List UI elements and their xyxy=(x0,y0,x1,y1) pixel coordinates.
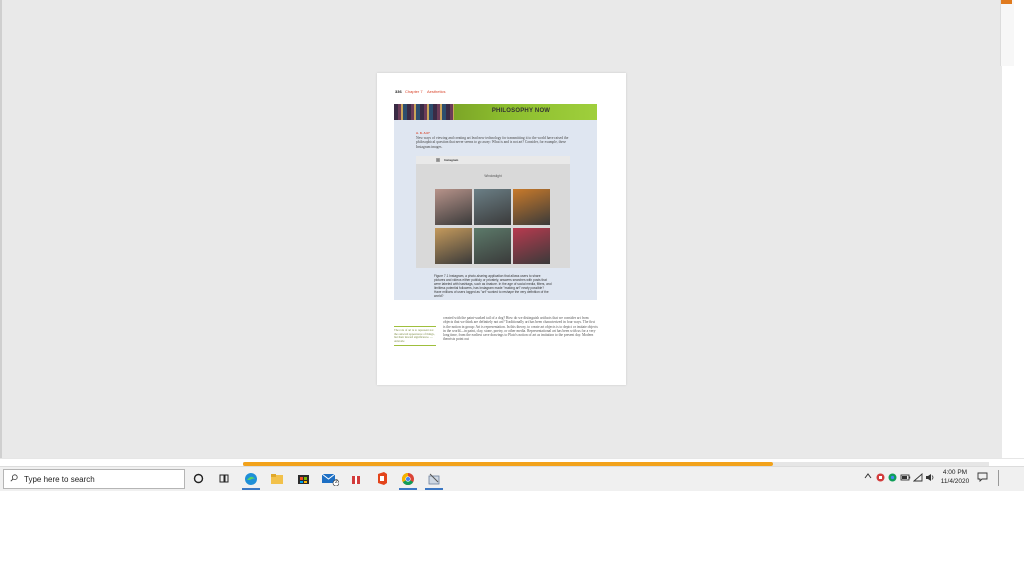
clock-date: 11/4/2020 xyxy=(940,478,970,485)
box-banner: PHILOSOPHY NOW xyxy=(394,104,597,120)
wifi-icon[interactable] xyxy=(912,473,923,484)
body-text: created with the paint-soaked tail of a … xyxy=(443,316,598,342)
clock-time: 4:00 PM xyxy=(942,469,968,476)
folder-icon xyxy=(271,473,283,484)
photo-dog xyxy=(435,228,472,264)
cortana-button[interactable] xyxy=(187,468,209,489)
figure-caption: Figure 7.1 Instagram, a photo-sharing ap… xyxy=(434,274,552,298)
photo-sunset-couple xyxy=(513,189,550,225)
taskbar-mail[interactable]: 2 xyxy=(319,468,341,489)
photo-backpack xyxy=(435,189,472,225)
section-label: Aesthetics xyxy=(427,89,446,94)
battery-icon[interactable] xyxy=(900,473,911,484)
banner-image xyxy=(394,104,454,120)
taskbar-office[interactable] xyxy=(371,468,393,489)
taskbar-store[interactable] xyxy=(292,468,314,489)
chrome-icon xyxy=(401,472,414,485)
antivirus-tray-icon[interactable] xyxy=(876,473,885,484)
show-desktop-button[interactable] xyxy=(998,470,1003,486)
chrome-tray-icon[interactable] xyxy=(888,473,897,484)
taskbar-search-box[interactable] xyxy=(3,469,185,489)
taskbar-gift-app[interactable] xyxy=(345,468,367,489)
notifications-icon[interactable] xyxy=(977,472,988,482)
page-number: 336 xyxy=(395,89,402,94)
instagram-brand: Instagram xyxy=(444,158,459,162)
search-icon xyxy=(10,474,18,482)
taskbar: 2 4:00 PM 11/4/2020 xyxy=(0,466,1024,491)
photo-green-bird xyxy=(474,228,511,264)
box-text: New ways of viewing and creating art lea… xyxy=(416,136,569,149)
photo-stairs xyxy=(474,189,511,225)
task-view-button[interactable] xyxy=(213,468,235,489)
edge-icon xyxy=(245,472,257,485)
mail-badge-count: 2 xyxy=(335,479,338,485)
photo-red-legs xyxy=(513,228,550,264)
window-right-strip xyxy=(1014,0,1024,458)
taskbar-clock[interactable]: 4:00 PM 11/4/2020 xyxy=(936,468,974,486)
taskbar-chrome[interactable] xyxy=(397,468,419,490)
office-icon xyxy=(378,472,387,485)
instagram-logo-icon xyxy=(436,158,440,162)
store-bag-icon xyxy=(297,475,309,484)
search-input[interactable] xyxy=(24,474,174,485)
document-page: 336 Chapter 7 Aesthetics PHILOSOPHY NOW … xyxy=(377,73,626,385)
instagram-screenshot: Instagram Windowlight xyxy=(416,156,570,268)
volume-icon[interactable] xyxy=(925,473,935,484)
vertical-scrollbar-thumb[interactable] xyxy=(1001,0,1012,4)
vertical-scrollbar[interactable] xyxy=(1000,0,1015,66)
taskbar-edge[interactable] xyxy=(240,468,262,490)
box-title: PHILOSOPHY NOW xyxy=(491,108,551,114)
taskbar-file-explorer[interactable] xyxy=(266,468,288,489)
philosophy-now-box: PHILOSOPHY NOW A. K. Art? New ways of vi… xyxy=(394,104,597,300)
instagram-username: Windowlight xyxy=(484,174,502,178)
cortana-circle-icon xyxy=(193,473,203,484)
instagram-header: Instagram xyxy=(416,156,570,164)
show-hidden-icons-chevron-icon[interactable] xyxy=(864,472,872,482)
margin-note: The role of art is to represent not the … xyxy=(394,326,436,347)
gift-icon xyxy=(352,475,360,484)
task-view-icon xyxy=(219,474,228,483)
snipping-tool-icon xyxy=(428,473,440,484)
box-label: A. K. Art? xyxy=(416,131,430,135)
taskbar-snipping-tool[interactable] xyxy=(423,468,445,490)
chapter-label: Chapter 7 xyxy=(405,89,423,94)
